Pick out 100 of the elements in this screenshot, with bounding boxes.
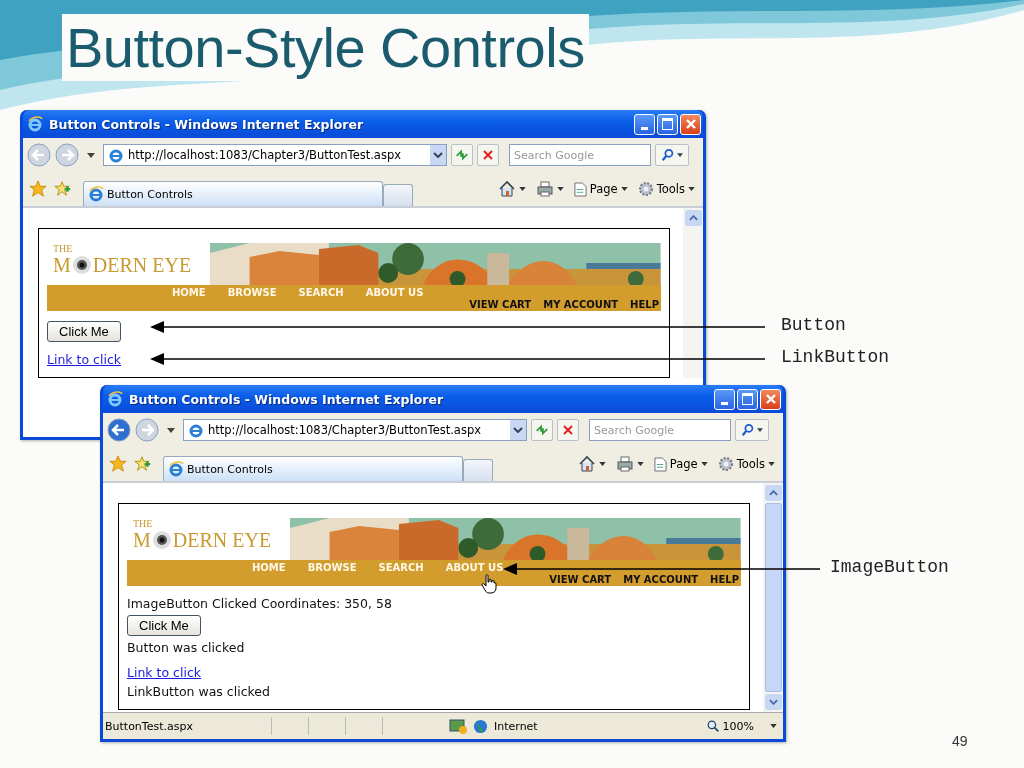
caret-icon: [556, 187, 564, 191]
search-icon: [741, 423, 755, 437]
close-button[interactable]: [680, 113, 701, 135]
caret-icon[interactable]: [770, 724, 777, 728]
caret-icon: [636, 462, 644, 466]
link-button[interactable]: Link to click: [127, 665, 202, 680]
add-favorite-icon[interactable]: [133, 455, 151, 473]
browser-tab[interactable]: Button Controls: [163, 456, 463, 481]
nav-link[interactable]: MY ACCOUNT: [543, 299, 619, 310]
stop-button[interactable]: [557, 419, 579, 441]
scroll-up-icon[interactable]: [768, 490, 778, 496]
caret-icon: [688, 187, 695, 191]
scroll-up-icon[interactable]: [688, 215, 698, 221]
logo-text: M: [133, 529, 151, 551]
nav-link[interactable]: MY ACCOUNT: [623, 574, 699, 585]
zoom-icon: [706, 719, 720, 733]
add-favorite-icon[interactable]: [53, 180, 71, 198]
stop-button[interactable]: [477, 144, 499, 166]
back-button[interactable]: [107, 418, 131, 442]
caret-icon: [757, 428, 763, 432]
chevron-icon: [433, 152, 443, 158]
logo-text: THE: [133, 518, 154, 529]
browser-icon: [108, 147, 124, 163]
address-dropdown-button[interactable]: [430, 145, 446, 165]
close-icon: [764, 393, 777, 405]
maximize-button[interactable]: [737, 388, 758, 410]
scrollbar[interactable]: [763, 483, 783, 712]
refresh-icon: [455, 148, 469, 162]
address-field[interactable]: http://localhost:1083/Chapter3/ButtonTest.aspx: [183, 419, 527, 441]
address-text: http://localhost:1083/Chapter3/ButtonTest.aspx: [208, 423, 482, 437]
click-me-button[interactable]: Click Me: [127, 615, 201, 636]
minimize-button[interactable]: [714, 388, 735, 410]
browser-icon: [188, 422, 204, 438]
browser-tab[interactable]: Button Controls: [83, 181, 383, 206]
caret-icon: [598, 462, 606, 466]
nav-link[interactable]: HELP: [630, 299, 659, 310]
nav-link[interactable]: HELP: [710, 574, 739, 585]
tab-title: Button Controls: [107, 187, 193, 201]
scroll-down-icon[interactable]: [768, 699, 778, 705]
scrollbar[interactable]: [683, 208, 703, 378]
logo-text: DERN EYE: [92, 254, 192, 276]
eye-icon: [151, 530, 172, 550]
browser-icon: [107, 391, 123, 407]
maximize-button[interactable]: [657, 113, 678, 135]
star-icon[interactable]: [29, 180, 47, 198]
printer-icon: [535, 180, 554, 198]
gear-icon: [717, 456, 734, 472]
globe-icon: [473, 718, 488, 734]
search-button[interactable]: [655, 144, 689, 166]
stop-icon: [482, 149, 494, 161]
refresh-button[interactable]: [531, 419, 553, 441]
chevron-icon: [513, 427, 523, 433]
tools-menu[interactable]: Tools: [715, 456, 777, 472]
search-button[interactable]: [735, 419, 769, 441]
annotation-label: Button: [781, 315, 846, 335]
window-title: Button Controls - Windows Internet Explorer: [129, 391, 445, 407]
annotation-label: LinkButton: [781, 347, 890, 367]
zone-text: Internet: [494, 719, 538, 733]
refresh-icon: [535, 423, 549, 437]
result-text: LinkButton was clicked: [127, 684, 270, 699]
page-number: 49: [952, 733, 968, 749]
home-icon: [577, 455, 596, 473]
gear-icon: [637, 181, 654, 197]
logo-text: THE: [53, 243, 74, 254]
home-icon: [497, 180, 516, 198]
minimize-button[interactable]: [634, 113, 655, 135]
nav-link[interactable]: VIEW CART: [549, 574, 612, 585]
link-button[interactable]: Link to click: [47, 352, 122, 367]
search-field[interactable]: Search Google: [589, 419, 731, 441]
browser-icon: [88, 186, 104, 202]
page-menu[interactable]: Page: [651, 456, 710, 472]
nav-link[interactable]: VIEW CART: [469, 299, 532, 310]
result-text: Button was clicked: [127, 640, 245, 655]
forward-button[interactable]: [135, 418, 159, 442]
slide-title: Button-Style Controls: [62, 14, 589, 82]
tools-menu[interactable]: Tools: [635, 181, 697, 197]
page-icon: [573, 181, 587, 197]
search-field[interactable]: Search Google: [509, 144, 651, 166]
star-icon[interactable]: [109, 455, 127, 473]
close-button[interactable]: [760, 388, 781, 410]
annotation-label: ImageButton: [830, 557, 949, 577]
browser-icon: [27, 116, 43, 132]
back-button[interactable]: [27, 143, 51, 167]
printer-icon: [615, 455, 634, 473]
click-me-button[interactable]: Click Me: [47, 321, 121, 342]
caret-icon: [87, 152, 95, 158]
result-text: ImageButton Clicked Coordinates: 350, 58: [127, 596, 392, 611]
security-icon: [449, 718, 467, 734]
caret-icon: [518, 187, 526, 191]
caret-icon: [700, 462, 708, 466]
tab-title: Button Controls: [187, 462, 273, 476]
address-field[interactable]: http://localhost:1083/Chapter3/ButtonTest.aspx: [103, 144, 447, 166]
address-dropdown-button[interactable]: [510, 420, 526, 440]
page-menu[interactable]: Page: [571, 181, 630, 197]
zoom-control[interactable]: 100%: [706, 719, 754, 733]
forward-button[interactable]: [55, 143, 79, 167]
caret-icon: [677, 153, 683, 157]
eye-icon: [71, 255, 92, 275]
status-text: ButtonTest.aspx: [105, 719, 194, 733]
refresh-button[interactable]: [451, 144, 473, 166]
